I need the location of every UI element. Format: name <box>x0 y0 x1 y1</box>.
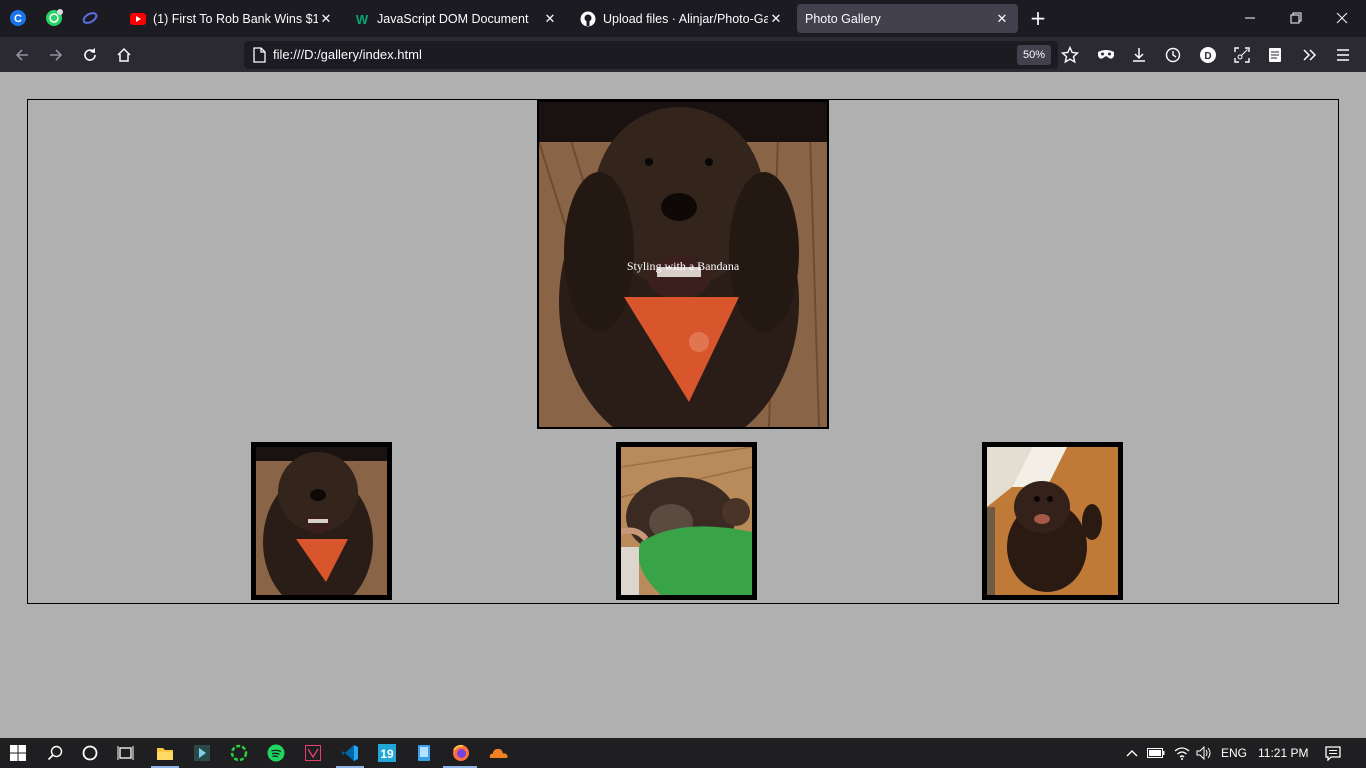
svg-text:W: W <box>356 12 369 27</box>
language-indicator[interactable]: ENG <box>1221 746 1247 760</box>
app-media-icon[interactable] <box>192 743 212 763</box>
downloads-icon[interactable] <box>1126 42 1152 68</box>
menu-hamburger-icon[interactable] <box>1330 42 1356 68</box>
youtube-icon <box>130 11 146 27</box>
home-icon[interactable] <box>111 42 137 68</box>
tab-title: Photo Gallery <box>805 11 881 26</box>
page-file-icon <box>252 47 266 67</box>
github-icon <box>580 11 596 27</box>
zoom-level-badge[interactable]: 50% <box>1017 45 1051 65</box>
thumbnail-dog-bandana[interactable] <box>251 442 392 600</box>
featured-image: Styling with a Bandana <box>537 100 829 429</box>
close-tab-icon[interactable]: ✕ <box>318 11 334 27</box>
svg-text:19: 19 <box>380 747 394 761</box>
cloudflare-icon[interactable] <box>488 743 508 763</box>
search-icon[interactable] <box>45 743 65 763</box>
clock-time[interactable]: 11:21 PM <box>1258 746 1308 760</box>
forward-icon[interactable] <box>43 42 69 68</box>
reload-icon[interactable] <box>77 42 103 68</box>
windows-start-icon[interactable] <box>8 743 28 763</box>
app-19-icon[interactable]: 19 <box>377 743 397 763</box>
private-mask-icon[interactable] <box>1093 42 1119 68</box>
url-text[interactable]: file:///D:/gallery/index.html <box>273 47 422 62</box>
screenshot-icon[interactable] <box>1229 42 1255 68</box>
battery-icon[interactable] <box>1146 743 1166 763</box>
url-bar[interactable]: file:///D:/gallery/index.html 50% <box>244 41 1058 69</box>
close-tab-icon[interactable]: ✕ <box>768 11 784 27</box>
app-spinner-icon[interactable] <box>229 743 249 763</box>
w3schools-icon: W <box>354 11 370 27</box>
tab-w3schools[interactable]: W JavaScript DOM Document ✕ <box>346 4 566 33</box>
tab-title: (1) First To Rob Bank Wins $100,000 <box>153 11 318 26</box>
pinned-tab-c-icon[interactable]: C <box>8 8 28 28</box>
thumbnail-boy-hugging-dog[interactable] <box>616 442 757 600</box>
close-window-icon[interactable] <box>1330 6 1354 30</box>
tab-photo-gallery[interactable]: Photo Gallery ✕ <box>797 4 1018 33</box>
overflow-chevrons-icon[interactable] <box>1296 42 1322 68</box>
action-center-icon[interactable] <box>1323 743 1343 763</box>
thumbnail-puppy-sitting[interactable] <box>982 442 1123 600</box>
tab-github[interactable]: Upload files · Alinjar/Photo-Gallery ✕ <box>572 4 792 33</box>
reader-notes-icon[interactable] <box>1262 42 1288 68</box>
pinned-tab-link-icon[interactable] <box>80 8 100 28</box>
volume-icon[interactable] <box>1194 743 1214 763</box>
back-icon[interactable] <box>9 42 35 68</box>
tab-title: Upload files · Alinjar/Photo-Gallery <box>603 11 768 26</box>
close-tab-icon[interactable]: ✕ <box>994 11 1010 27</box>
tab-title: JavaScript DOM Document <box>377 11 529 26</box>
tab-youtube[interactable]: (1) First To Rob Bank Wins $100,000 ✕ <box>122 4 342 33</box>
bookmark-star-icon[interactable] <box>1057 42 1083 68</box>
minimize-icon[interactable] <box>1238 6 1262 30</box>
app-tablet-icon[interactable] <box>414 743 434 763</box>
pinned-tab-whatsapp-icon[interactable] <box>44 8 64 28</box>
file-explorer-icon[interactable] <box>155 743 175 763</box>
app-vector-icon[interactable] <box>303 743 323 763</box>
tray-chevron-up-icon[interactable] <box>1122 743 1142 763</box>
featured-caption: Styling with a Bandana <box>626 259 740 273</box>
task-view-icon[interactable] <box>116 743 136 763</box>
account-avatar-icon[interactable]: D <box>1195 42 1221 68</box>
history-icon[interactable] <box>1160 42 1186 68</box>
wifi-icon[interactable] <box>1172 743 1192 763</box>
restore-icon[interactable] <box>1284 6 1308 30</box>
spotify-icon[interactable] <box>266 743 286 763</box>
new-tab-button[interactable]: + <box>1028 8 1048 28</box>
firefox-icon[interactable] <box>451 743 471 763</box>
svg-text:D: D <box>1204 51 1211 62</box>
vscode-icon[interactable] <box>340 743 360 763</box>
close-tab-icon[interactable]: ✕ <box>542 11 558 27</box>
windows-taskbar: 19 ENG 11:21 PM <box>0 738 1366 768</box>
svg-text:C: C <box>14 13 22 25</box>
browser-titlebar: C (1) First To Rob Bank Wins $100,000 ✕ … <box>0 0 1366 37</box>
cortana-icon[interactable] <box>80 743 100 763</box>
browser-navbar: file:///D:/gallery/index.html 50% D <box>0 37 1366 72</box>
